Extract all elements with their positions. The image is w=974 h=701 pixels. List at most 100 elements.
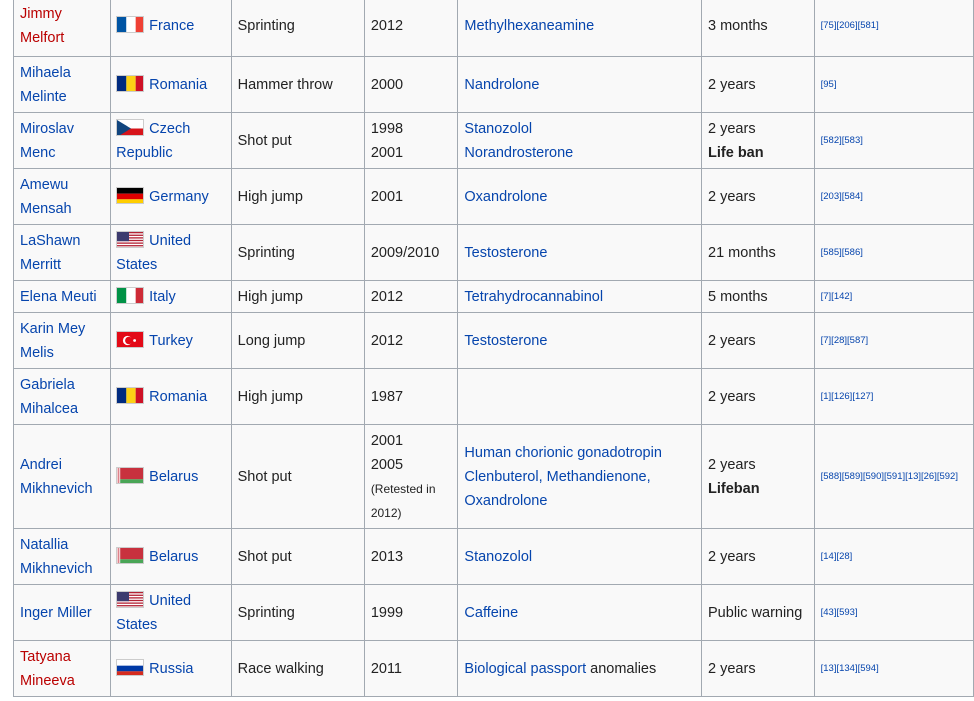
country-cell: Turkey <box>110 312 232 369</box>
year-text: 1999 <box>370 604 404 621</box>
substance-link[interactable]: Oxandrolone <box>464 189 547 205</box>
substance-link[interactable]: Human chorionic gonadotropin <box>464 445 662 461</box>
athlete-link[interactable]: Elena Meuti <box>20 289 97 305</box>
year-cell: 1998 2001 <box>363 112 459 169</box>
athlete-link[interactable]: Gabriela Mihalcea <box>20 377 78 417</box>
penalty-cell: 2 years <box>701 56 815 113</box>
country-cell: United States <box>110 584 232 641</box>
athlete-cell: Tatyana Mineeva <box>12 640 112 697</box>
penalty-cell: 2 years <box>701 528 815 585</box>
substance-link[interactable]: Testosterone <box>464 245 547 261</box>
year-text: 2012 <box>370 288 404 305</box>
substance-link[interactable]: Clenbuterol, Methandienone, <box>464 469 650 485</box>
country-cell: Romania <box>110 368 232 425</box>
references-cell: [7][28][587] <box>813 312 974 369</box>
athlete-link[interactable]: Karin Mey Melis <box>20 321 85 361</box>
substance-link[interactable]: Stanozolol <box>464 121 532 137</box>
substance-link[interactable]: Norandrosterone <box>464 145 573 161</box>
substance-link[interactable]: Biological passport <box>464 661 586 677</box>
athlete-cell: Natallia Mikhnevich <box>12 528 112 585</box>
athlete-link[interactable]: Natallia Mikhnevich <box>20 537 93 577</box>
event-cell: Race walking <box>230 640 365 697</box>
country-link[interactable]: Germany <box>149 189 209 205</box>
athlete-link[interactable]: Andrei Mikhnevich <box>20 457 93 497</box>
athlete-link[interactable]: Jimmy Melfort <box>20 6 64 46</box>
country-link[interactable]: Romania <box>149 389 207 405</box>
athlete-link[interactable]: Amewu Mensah <box>20 177 72 217</box>
references-cell: [13][134][594] <box>813 640 974 697</box>
reference-links[interactable]: [43][593] <box>821 607 858 618</box>
reference-links[interactable]: [585][586] <box>821 247 863 258</box>
references-cell: [203][584] <box>813 168 974 225</box>
year-cell: 2009/2010 <box>363 224 459 281</box>
substance-link[interactable]: Methylhexaneamine <box>464 18 594 34</box>
references-cell: [1][126][127] <box>813 368 974 425</box>
year-cell: 2012 <box>363 280 459 313</box>
athlete-link[interactable]: LaShawn Merritt <box>20 233 80 273</box>
event-cell: Hammer throw <box>230 56 365 113</box>
table-row: Andrei Mikhnevich Belarus Shot put 2001 2005… <box>12 424 974 529</box>
year-cell: 2000 <box>363 56 459 113</box>
event-cell: Sprinting <box>230 0 365 57</box>
references-cell: [43][593] <box>813 584 974 641</box>
country-link[interactable]: Italy <box>149 289 176 305</box>
substance-cell: Testosterone <box>457 224 703 281</box>
year-text: 2000 <box>370 76 404 93</box>
substance-link[interactable]: Oxandrolone <box>464 493 547 509</box>
penalty-text: Life ban <box>708 144 764 161</box>
year-cell: 2001 <box>363 168 459 225</box>
penalty-text: 2 years <box>708 388 756 405</box>
year-text: 2005 <box>370 456 404 473</box>
reference-links[interactable]: [75][206][581] <box>821 20 879 31</box>
reference-links[interactable]: [7][28][587] <box>821 335 869 346</box>
year-cell: 1987 <box>363 368 459 425</box>
athlete-cell: Elena Meuti <box>12 280 112 313</box>
reference-links[interactable]: [95] <box>821 79 837 90</box>
athlete-cell: Karin Mey Melis <box>12 312 112 369</box>
penalty-cell: 5 months <box>701 280 815 313</box>
reference-links[interactable]: [582][583] <box>821 135 863 146</box>
event-cell: Shot put <box>230 112 365 169</box>
athlete-link[interactable]: Mihaela Melinte <box>20 65 71 105</box>
table-row: Inger Miller United States Sprinting 1999 Ca… <box>12 584 974 641</box>
reference-links[interactable]: [203][584] <box>821 191 863 202</box>
substance-cell: Testosterone <box>457 312 703 369</box>
athlete-link[interactable]: Tatyana Mineeva <box>20 649 75 689</box>
references-cell: [582][583] <box>813 112 974 169</box>
reference-links[interactable]: [7][142] <box>821 291 853 302</box>
country-cell: Belarus <box>110 528 232 585</box>
substance-link[interactable]: Testosterone <box>464 333 547 349</box>
substance-link[interactable]: Caffeine <box>464 605 518 621</box>
athlete-link[interactable]: Miroslav Menc <box>20 121 74 161</box>
substance-link[interactable]: Stanozolol <box>464 549 532 565</box>
penalty-cell: Public warning <box>701 584 815 641</box>
penalty-cell: 2 years <box>701 640 815 697</box>
references-cell: [7][142] <box>813 280 974 313</box>
athlete-cell: Miroslav Menc <box>12 112 112 169</box>
penalty-cell: 2 years <box>701 168 815 225</box>
penalty-text: 2 years <box>708 332 756 349</box>
country-link[interactable]: France <box>149 18 194 34</box>
athlete-link[interactable]: Inger Miller <box>20 605 92 621</box>
country-link[interactable]: Belarus <box>149 469 198 485</box>
substance-link[interactable]: Nandrolone <box>464 77 539 93</box>
penalty-cell: 3 months <box>701 0 815 57</box>
event-cell: High jump <box>230 280 365 313</box>
event-cell: Shot put <box>230 424 365 529</box>
reference-links[interactable]: [588][589][590][591][13][26][592] <box>821 471 958 482</box>
country-link[interactable]: Turkey <box>149 333 193 349</box>
substance-link[interactable]: Tetrahydrocannabinol <box>464 289 603 305</box>
year-text: 2001 <box>370 188 404 205</box>
romania-flag-icon <box>116 74 145 92</box>
usa-flag-icon <box>116 230 145 248</box>
reference-links[interactable]: [14][28] <box>821 551 853 562</box>
country-link[interactable]: Belarus <box>149 549 198 565</box>
penalty-cell: 2 years <box>701 312 815 369</box>
penalty-cell: 2 years Life ban <box>701 112 815 169</box>
table-row: Miroslav Menc Czech Republic Shot put 1998 2… <box>12 112 974 169</box>
reference-links[interactable]: [13][134][594] <box>821 663 879 674</box>
reference-links[interactable]: [1][126][127] <box>821 391 874 402</box>
country-link[interactable]: Russia <box>149 661 193 677</box>
country-cell: Czech Republic <box>110 112 232 169</box>
country-link[interactable]: Romania <box>149 77 207 93</box>
